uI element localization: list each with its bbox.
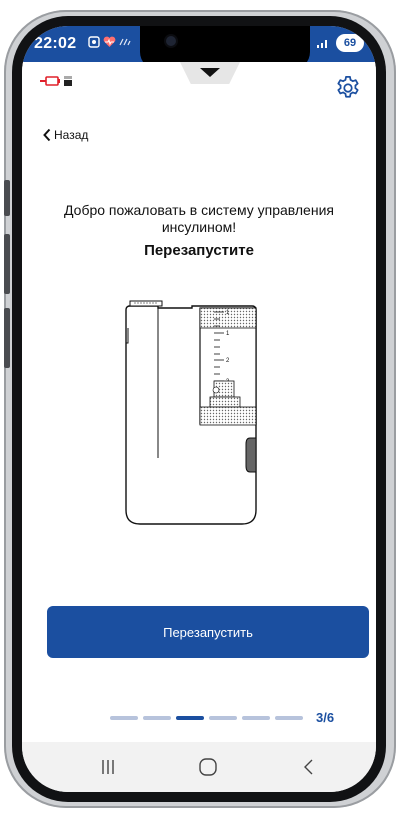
- system-nav-bar: [22, 742, 376, 792]
- pull-down-tab[interactable]: [180, 62, 240, 84]
- volume-down-button: [4, 308, 10, 368]
- front-camera: [166, 36, 176, 46]
- home-icon: [199, 758, 217, 776]
- progress-segment: [143, 715, 171, 720]
- chevron-left-icon: [43, 128, 51, 142]
- volume-up-button: [4, 234, 10, 294]
- pump-sync-icon: [40, 76, 60, 86]
- insulin-pump-reservoir-illustration: 1 1 2 3: [125, 300, 257, 525]
- phone-screen: 22:02 69 Назад Добро пожаловать в систем…: [22, 26, 376, 792]
- side-button: [4, 180, 10, 216]
- battery-indicator: 69: [336, 34, 364, 52]
- progress-segment: [275, 715, 303, 720]
- welcome-text: Добро пожаловать в систему управления ин…: [64, 202, 334, 235]
- gear-icon[interactable]: [334, 74, 362, 102]
- progress-segment: [209, 715, 237, 720]
- recent-apps-button[interactable]: [88, 754, 128, 780]
- recent-apps-icon: [102, 760, 114, 774]
- activity-icon: [119, 38, 131, 46]
- notification-icons: [88, 36, 131, 48]
- back-link[interactable]: Назад: [42, 128, 88, 142]
- progress-segment: [242, 715, 270, 720]
- progress-count: 3/6: [316, 710, 335, 725]
- chevron-down-icon: [200, 68, 220, 77]
- back-label: Назад: [54, 128, 89, 142]
- signal-bars-icon: [317, 40, 327, 48]
- progress-segment-active: [176, 715, 204, 720]
- home-button[interactable]: [188, 754, 228, 780]
- health-heart-icon: [103, 36, 116, 47]
- step-title: Перезапустите: [144, 242, 254, 259]
- progress-segment: [110, 715, 138, 720]
- phone-device: 22:02 69 Назад Добро пожаловать в систем…: [4, 10, 396, 808]
- app-content: Назад Добро пожаловать в систему управле…: [22, 62, 376, 742]
- system-back-button[interactable]: [288, 754, 328, 780]
- step-progress: 3/6: [110, 710, 334, 725]
- phone-frame: 22:02 69 Назад Добро пожаловать в систем…: [12, 16, 386, 802]
- device-lock-icon: [64, 76, 72, 86]
- status-time: 22:02: [34, 35, 77, 52]
- restart-button[interactable]: Перезапустить: [47, 606, 369, 658]
- screen-record-icon: [88, 36, 100, 48]
- back-icon: [304, 759, 313, 775]
